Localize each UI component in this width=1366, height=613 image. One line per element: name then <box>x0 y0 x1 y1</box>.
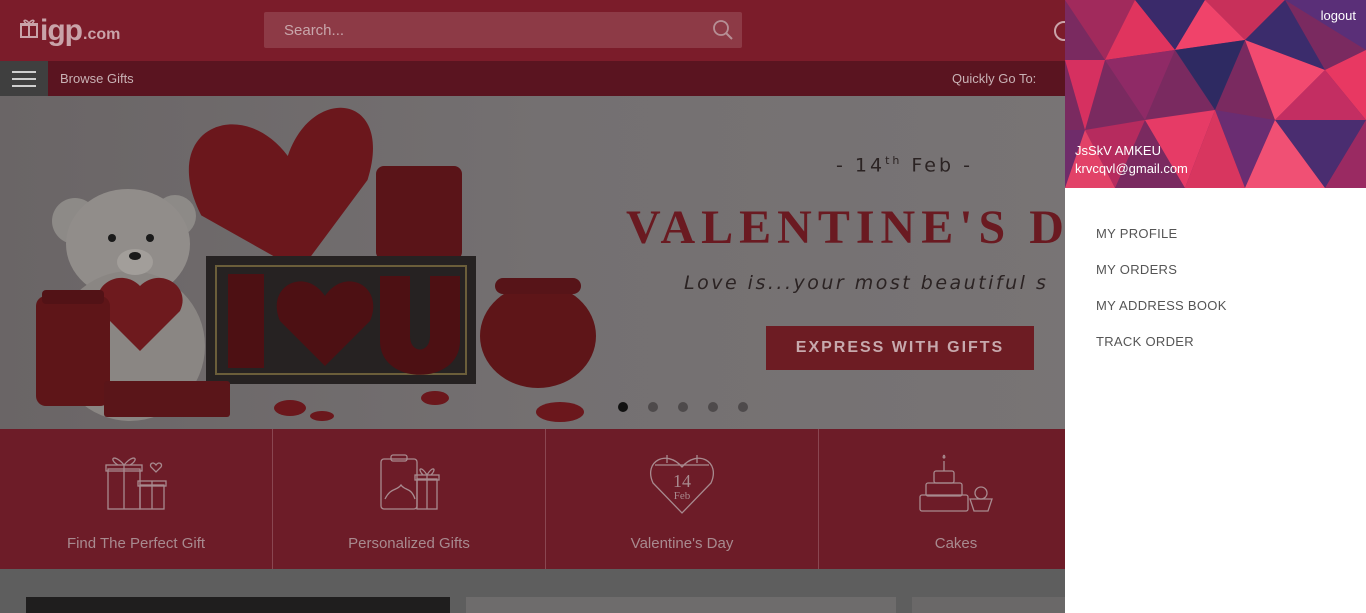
carousel-dot[interactable] <box>708 402 718 412</box>
personalized-gift-icon <box>380 454 440 510</box>
category-cakes[interactable]: Cakes <box>820 429 1093 569</box>
product-card[interactable] <box>912 597 1065 613</box>
panel-header: logout JsSkV AMKEU krvcqvl@gmail.com <box>1065 0 1366 188</box>
search-input[interactable] <box>264 12 704 48</box>
calendar-month-text: Feb <box>674 490 691 502</box>
express-with-gifts-button[interactable]: EXPRESS WITH GIFTS <box>766 326 1034 370</box>
user-name: JsSkV AMKEU <box>1075 143 1161 158</box>
carousel-dots <box>618 402 748 412</box>
polygon-background-image <box>1065 0 1366 188</box>
carousel-dot[interactable] <box>678 402 688 412</box>
banner-subtitle: Love is...your most beautiful s <box>684 272 1049 294</box>
banner-title: VALENTINE'S D <box>626 201 1070 254</box>
carousel-dot[interactable] <box>648 402 658 412</box>
logo-suffix: .com <box>83 26 121 43</box>
category-label: Find The Perfect Gift <box>66 535 206 552</box>
logo-text: igp <box>40 14 83 47</box>
carousel-dot[interactable] <box>618 402 628 412</box>
quickly-go-to-label: Quickly Go To: <box>952 71 1037 86</box>
category-label: Valentine's Day <box>630 535 734 552</box>
search-bar <box>264 12 742 48</box>
menu-item-my-orders[interactable]: MY ORDERS <box>1096 262 1227 298</box>
calendar-day-text: 14 <box>673 471 691 491</box>
search-icon[interactable] <box>712 19 734 41</box>
category-personalized-gifts[interactable]: Personalized Gifts <box>273 429 546 569</box>
user-email: krvcqvl@gmail.com <box>1075 161 1188 176</box>
account-menu: MY PROFILE MY ORDERS MY ADDRESS BOOK TRA… <box>1096 226 1227 370</box>
logout-button[interactable]: logout <box>1321 8 1356 23</box>
calendar-heart-icon: 14 Feb <box>650 455 714 514</box>
menu-item-track-order[interactable]: TRACK ORDER <box>1096 334 1227 370</box>
hamburger-menu-icon[interactable] <box>0 61 48 96</box>
category-valentines-day[interactable]: 14 Feb Valentine's Day <box>546 429 819 569</box>
browse-gifts-link[interactable]: Browse Gifts <box>60 71 134 86</box>
category-label: Personalized Gifts <box>348 535 470 552</box>
cake-icon <box>919 454 993 512</box>
valentine-gifts-image <box>36 107 596 422</box>
menu-item-my-profile[interactable]: MY PROFILE <box>1096 226 1227 262</box>
product-card[interactable] <box>466 597 896 613</box>
user-side-panel: logout JsSkV AMKEU krvcqvl@gmail.com MY … <box>1065 0 1366 613</box>
category-find-perfect-gift[interactable]: Find The Perfect Gift <box>0 429 273 569</box>
gift-logo-icon <box>20 19 38 38</box>
menu-item-my-address-book[interactable]: MY ADDRESS BOOK <box>1096 298 1227 334</box>
carousel-dot[interactable] <box>738 402 748 412</box>
site-logo[interactable]: igp .com <box>20 12 120 46</box>
gift-boxes-icon <box>105 457 167 510</box>
banner-date: - 14th Feb - <box>836 154 973 177</box>
category-label: Cakes <box>934 535 978 552</box>
product-card[interactable] <box>26 597 450 613</box>
